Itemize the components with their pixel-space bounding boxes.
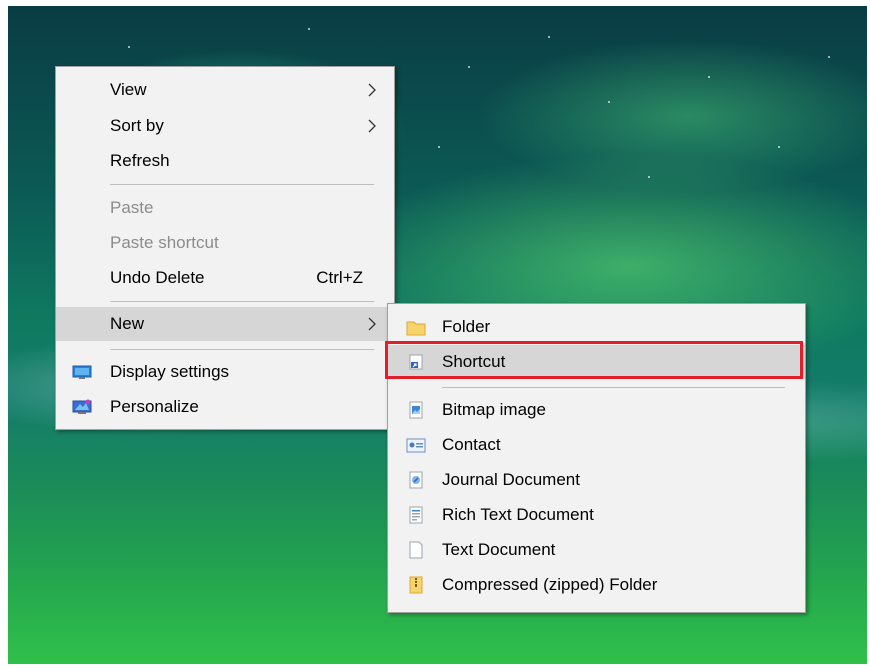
menu-item-new[interactable]: New: [56, 307, 394, 341]
menu-separator: [110, 184, 374, 185]
submenu-item-label: Shortcut: [442, 352, 506, 371]
submenu-item-text-document[interactable]: Text Document: [388, 533, 805, 567]
desktop-context-menu: View Sort by Refresh Paste Paste shortcu…: [55, 66, 395, 430]
menu-item-paste-shortcut[interactable]: Paste shortcut: [56, 226, 394, 260]
submenu-item-compressed-folder[interactable]: Compressed (zipped) Folder: [388, 568, 805, 602]
menu-item-display-settings[interactable]: Display settings: [56, 355, 394, 389]
menu-item-label: Display settings: [110, 362, 230, 381]
menu-separator: [110, 349, 374, 350]
submenu-item-journal-document[interactable]: Journal Document: [388, 463, 805, 497]
bitmap-icon: [409, 401, 423, 419]
folder-icon: [406, 321, 426, 336]
chevron-right-icon: [368, 317, 376, 331]
display-icon: [72, 365, 92, 379]
rich-text-icon: [409, 506, 423, 524]
contact-icon: [406, 438, 426, 453]
menu-item-label: View: [110, 80, 147, 99]
chevron-right-icon: [368, 83, 376, 97]
menu-separator: [110, 301, 374, 302]
menu-item-refresh[interactable]: Refresh: [56, 144, 394, 178]
submenu-item-label: Rich Text Document: [442, 505, 594, 524]
keyboard-shortcut: Ctrl+Z: [316, 268, 363, 287]
journal-icon: [409, 471, 423, 489]
menu-item-undo-delete[interactable]: Undo Delete Ctrl+Z: [56, 261, 394, 295]
menu-item-paste[interactable]: Paste: [56, 191, 394, 225]
chevron-right-icon: [368, 119, 376, 133]
menu-item-view[interactable]: View: [56, 73, 394, 107]
submenu-item-folder[interactable]: Folder: [388, 310, 805, 344]
menu-item-label: Sort by: [110, 116, 164, 135]
submenu-item-shortcut[interactable]: Shortcut: [388, 345, 805, 379]
submenu-item-label: Text Document: [442, 540, 556, 559]
submenu-item-label: Bitmap image: [442, 400, 546, 419]
new-submenu: Folder Shortcut Bitmap image Contact Jou…: [387, 303, 806, 613]
menu-item-label: Undo Delete: [110, 268, 205, 287]
menu-item-label: Paste shortcut: [110, 233, 219, 252]
personalize-icon: [72, 399, 92, 414]
submenu-item-label: Journal Document: [442, 470, 580, 489]
menu-item-label: Personalize: [110, 397, 199, 416]
submenu-item-label: Compressed (zipped) Folder: [442, 575, 658, 594]
menu-item-label: Refresh: [110, 151, 170, 170]
shortcut-icon: [409, 354, 423, 370]
menu-item-label: New: [110, 314, 145, 333]
submenu-item-contact[interactable]: Contact: [388, 428, 805, 462]
zip-folder-icon: [409, 576, 423, 594]
submenu-item-label: Folder: [442, 317, 491, 336]
menu-item-sort-by[interactable]: Sort by: [56, 109, 394, 143]
menu-separator: [442, 387, 785, 388]
menu-item-personalize[interactable]: Personalize: [56, 390, 394, 424]
submenu-item-bitmap-image[interactable]: Bitmap image: [388, 393, 805, 427]
submenu-item-rich-text-document[interactable]: Rich Text Document: [388, 498, 805, 532]
menu-item-label: Paste: [110, 198, 154, 217]
submenu-item-label: Contact: [442, 435, 501, 454]
text-document-icon: [409, 541, 423, 559]
